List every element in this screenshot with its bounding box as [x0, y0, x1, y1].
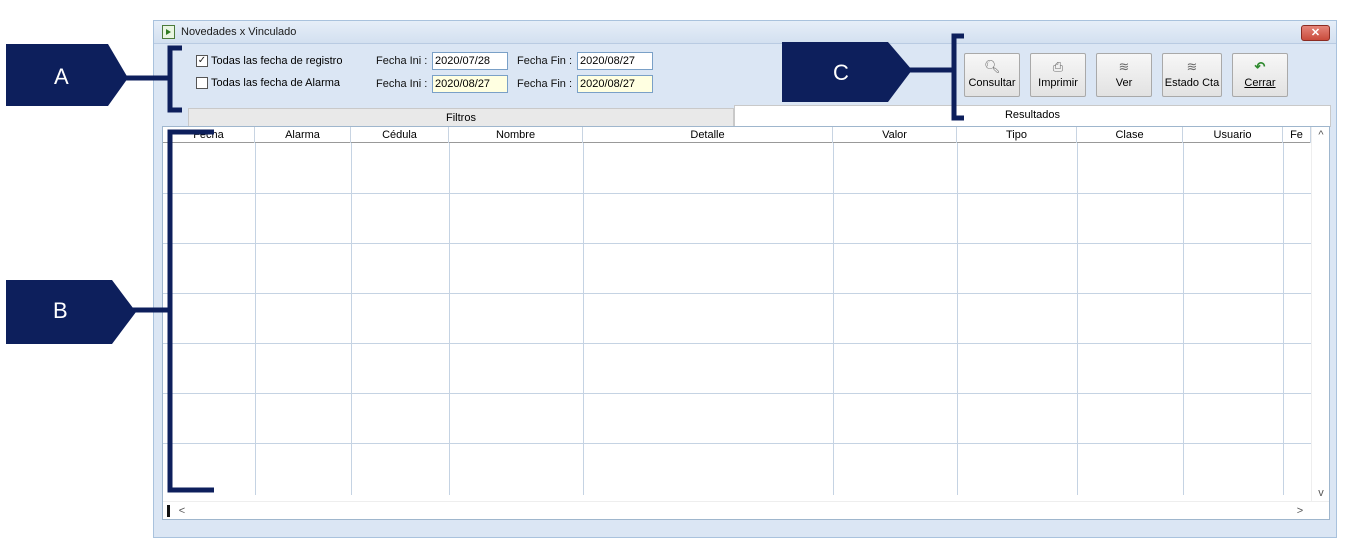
- annotation-overlay: [6, 33, 964, 493]
- annotation-b-label: B: [53, 298, 68, 323]
- annotation-b-bracket: [96, 129, 214, 493]
- annotation-a-label: A: [54, 64, 69, 89]
- annotation-c-label: C: [833, 60, 849, 85]
- annotation-a-bracket: [122, 45, 182, 113]
- annotation-c-bracket: [904, 33, 964, 121]
